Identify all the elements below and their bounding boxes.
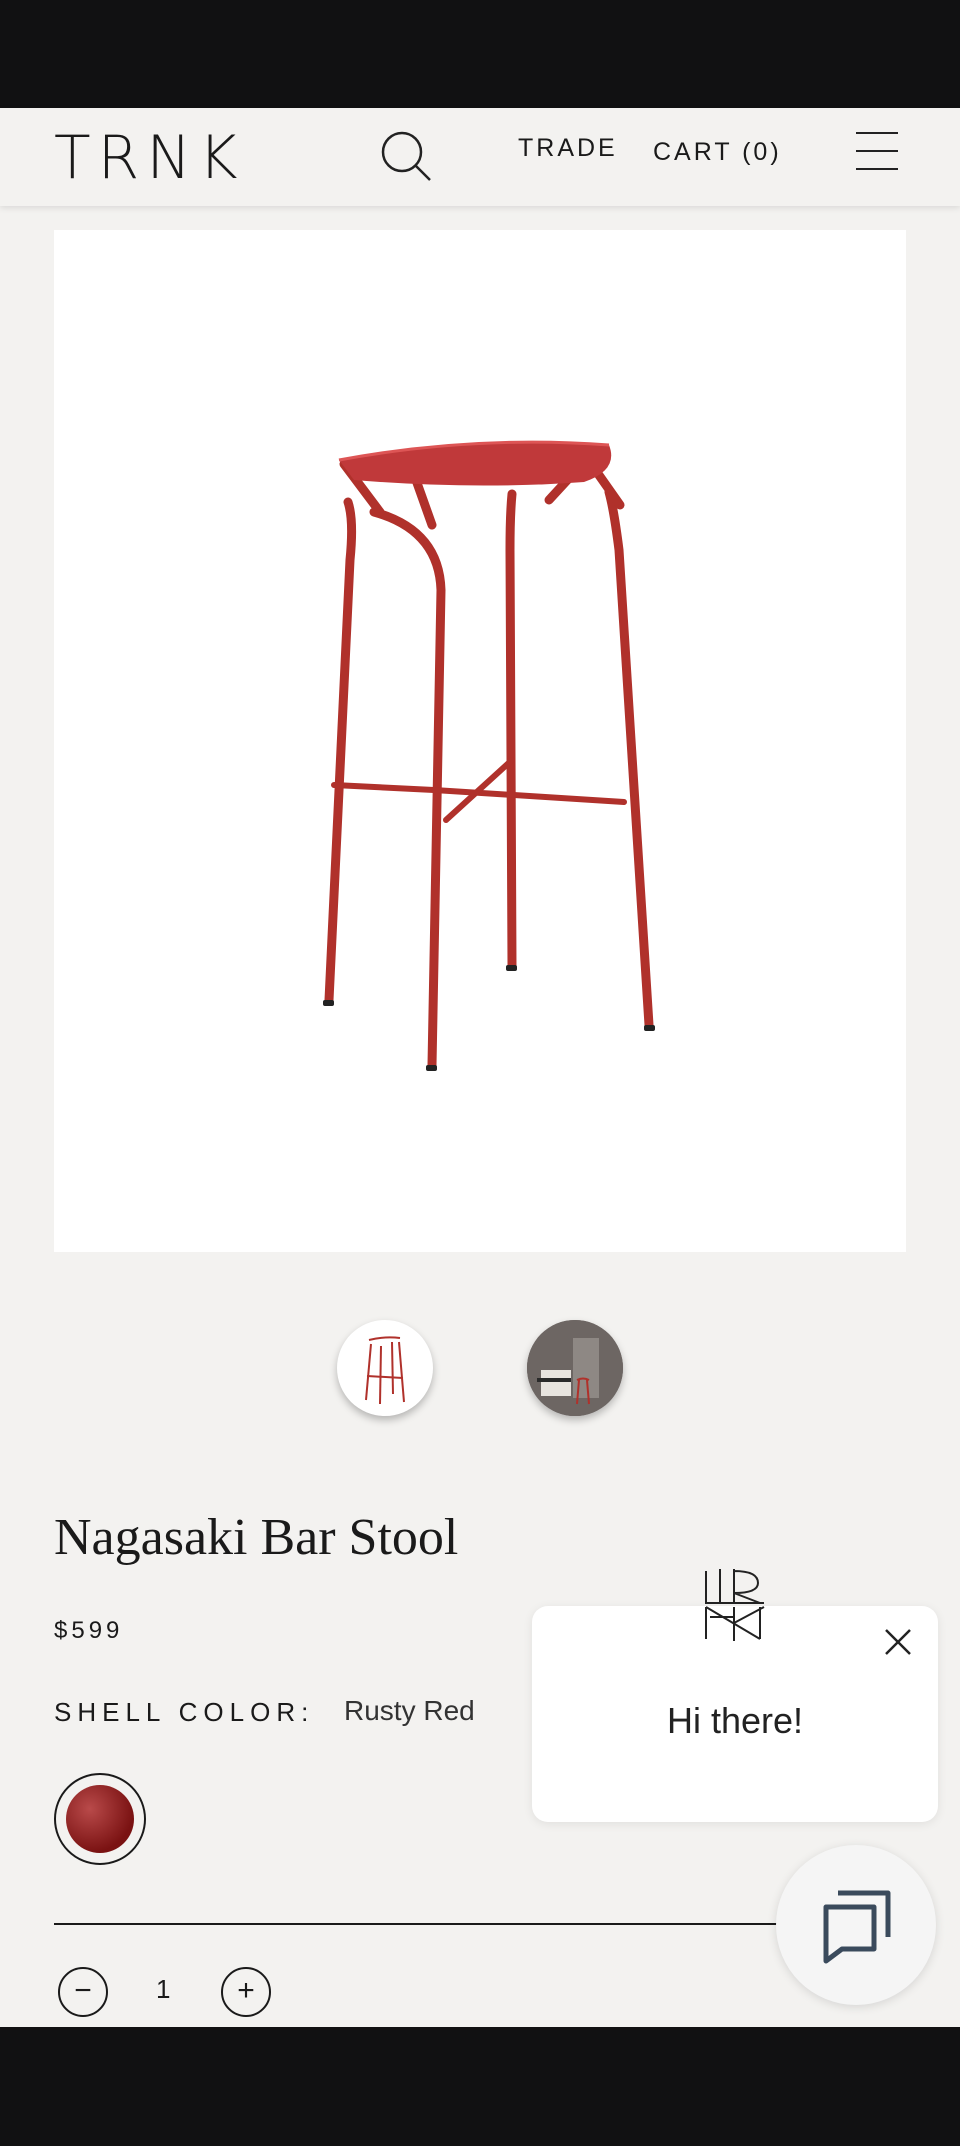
chat-brand-logo-icon xyxy=(700,1565,770,1645)
system-nav-bar xyxy=(0,2027,960,2146)
quantity-increase-button[interactable]: + xyxy=(221,1967,271,2017)
status-bar xyxy=(0,0,960,108)
close-icon[interactable] xyxy=(880,1624,916,1660)
brand-logo[interactable]: TRNK xyxy=(54,128,245,188)
search-icon[interactable] xyxy=(378,128,434,184)
site-header: TRNK TRADE CART (0) xyxy=(0,108,960,206)
nav-cart-link[interactable]: CART (0) xyxy=(653,138,782,167)
product-main-image[interactable] xyxy=(54,230,906,1252)
color-swatch-rusty-red[interactable] xyxy=(54,1773,146,1865)
quantity-value: 1 xyxy=(156,1974,171,2004)
shell-color-value: Rusty Red xyxy=(344,1695,475,1726)
product-title: Nagasaki Bar Stool xyxy=(54,1509,459,1566)
thumbnail-lifestyle[interactable] xyxy=(527,1320,623,1416)
chat-bubbles-icon xyxy=(823,1890,891,1964)
chat-open-button[interactable] xyxy=(776,1845,936,2005)
divider xyxy=(54,1923,794,1925)
hamburger-icon[interactable] xyxy=(856,132,900,176)
shell-color-label: SHELL COLOR: xyxy=(54,1697,315,1727)
chat-greeting: Hi there! xyxy=(666,1700,804,1741)
swatch-fill xyxy=(66,1785,134,1853)
quantity-decrease-button[interactable]: − xyxy=(58,1967,108,2017)
nav-trade-link[interactable]: TRADE xyxy=(518,134,618,163)
thumbnail-product[interactable] xyxy=(337,1320,433,1416)
product-price: $599 xyxy=(54,1617,124,1644)
